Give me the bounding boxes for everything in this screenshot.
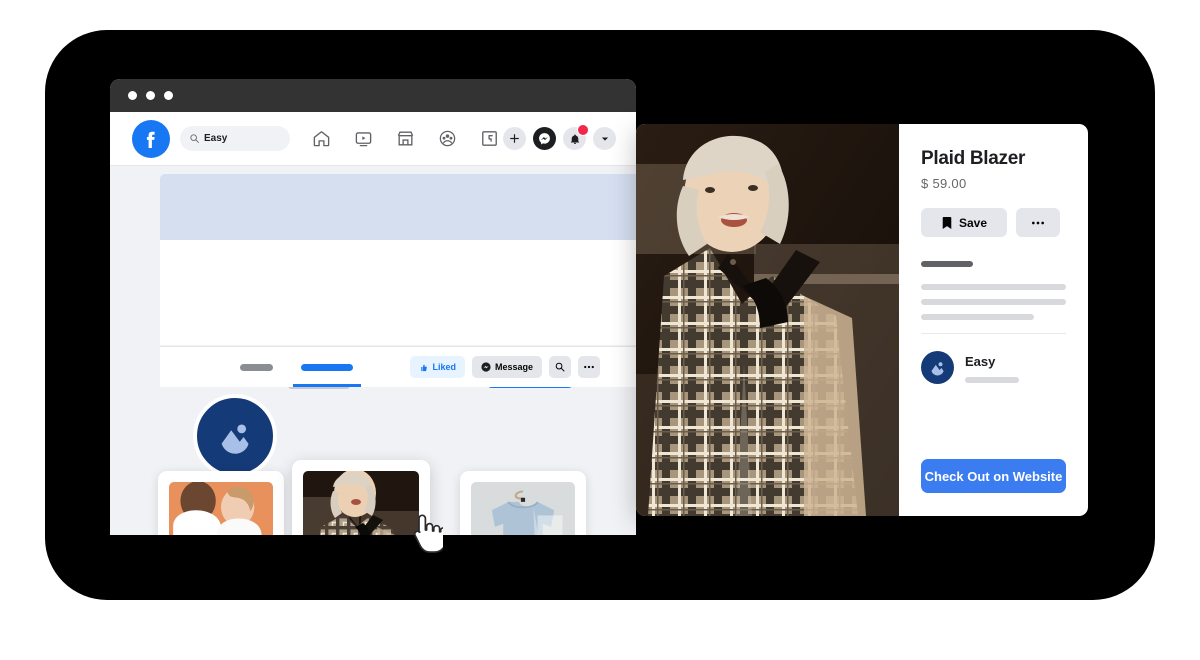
product-image: [471, 482, 575, 535]
facebook-navbar: Easy: [110, 112, 636, 166]
tab-placeholder-inactive[interactable]: [240, 363, 273, 371]
seller-avatar: [921, 351, 954, 384]
description-heading-placeholder: [921, 261, 973, 267]
tab-placeholder-active: [301, 363, 353, 371]
ellipsis-icon: [1032, 221, 1045, 224]
browser-window: Easy Liked Message: [110, 79, 636, 535]
nav-icon-group: [310, 128, 500, 150]
seller-name: Easy: [965, 353, 996, 369]
search-input-value: Easy: [204, 133, 228, 144]
product-card[interactable]: $ 129.00: [460, 471, 586, 535]
hero-product-image[interactable]: [636, 124, 899, 516]
product-price: $ 59.00: [921, 176, 967, 191]
video-icon[interactable]: [352, 128, 374, 150]
description-line: [921, 314, 1035, 320]
product-action-row: Save: [921, 208, 1066, 237]
bookmark-icon: [942, 216, 952, 229]
cover-photo[interactable]: [160, 174, 636, 240]
search-icon: [190, 134, 199, 143]
search-icon: [555, 362, 565, 372]
plus-icon: [510, 134, 519, 143]
tab-active-underline: [293, 384, 361, 387]
more-options-button[interactable]: [1016, 208, 1061, 237]
messenger-icon: [481, 362, 491, 372]
checkout-label: Check Out on Website: [924, 468, 1063, 484]
description-line: [921, 284, 1066, 290]
ellipsis-icon: [584, 365, 594, 369]
message-label: Message: [494, 362, 533, 372]
profile-tab-bar: Liked Message: [160, 346, 636, 387]
window-close-dot[interactable]: [128, 91, 137, 100]
browser-titlebar: [110, 79, 636, 112]
image-placeholder-icon: [221, 424, 249, 454]
product-detail-panel: Plaid Blazer $ 59.00 Save Easy Check Out…: [636, 124, 1088, 516]
tab-active-wrap[interactable]: [293, 347, 361, 387]
create-button[interactable]: [503, 127, 526, 150]
product-grid: $ 39.00: [110, 460, 636, 535]
checkout-button[interactable]: Check Out on Website: [921, 459, 1066, 493]
window-maximize-dot[interactable]: [164, 91, 173, 100]
profile-card: [160, 240, 636, 345]
save-label: Save: [959, 215, 988, 230]
image-placeholder-icon: [931, 362, 944, 376]
description-placeholder: [921, 261, 1066, 320]
pointing-hand-cursor: [409, 512, 447, 561]
profile-search-button[interactable]: [549, 356, 571, 378]
product-image: [169, 482, 273, 535]
window-minimize-dot[interactable]: [146, 91, 155, 100]
messenger-icon: [539, 133, 550, 145]
thumbs-up-icon: [421, 364, 428, 371]
product-detail-pane: Plaid Blazer $ 59.00 Save Easy Check Out…: [899, 124, 1088, 516]
account-button[interactable]: [593, 127, 616, 150]
search-input[interactable]: Easy: [180, 126, 290, 151]
liked-button[interactable]: Liked: [410, 356, 465, 378]
profile-action-buttons: Liked Message: [410, 356, 600, 378]
product-image: [303, 471, 419, 535]
home-icon[interactable]: [310, 128, 332, 150]
product-card[interactable]: $ 39.00: [158, 471, 284, 535]
screenshot-stage: Easy Liked Message Plaid Blazer $ 59.00 …: [0, 0, 1200, 660]
description-line: [921, 299, 1066, 305]
seller-info: Easy: [965, 353, 1019, 383]
save-button[interactable]: Save: [921, 208, 1008, 237]
groups-icon[interactable]: [436, 128, 458, 150]
nav-action-group: [503, 124, 616, 150]
liked-label: Liked: [432, 362, 456, 372]
profile-more-button[interactable]: [578, 356, 600, 378]
seller-row[interactable]: Easy: [921, 351, 1066, 384]
facebook-logo[interactable]: [132, 119, 170, 158]
seller-subtitle-placeholder: [965, 376, 1019, 383]
messenger-button[interactable]: [533, 127, 556, 150]
store-icon[interactable]: [394, 128, 416, 150]
chevron-down-icon: [601, 136, 608, 141]
divider: [921, 333, 1066, 334]
message-button[interactable]: Message: [471, 356, 542, 378]
notification-badge: [577, 124, 589, 136]
notifications-button[interactable]: [563, 124, 589, 150]
product-title: Plaid Blazer: [921, 148, 1026, 169]
page-body: Easy Shop Now: [110, 166, 636, 535]
gaming-icon[interactable]: [478, 128, 500, 150]
